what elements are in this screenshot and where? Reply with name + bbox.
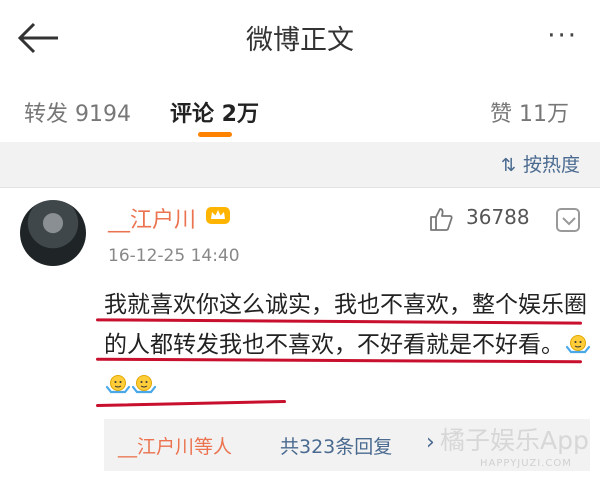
tab-reposts[interactable]: 转发 9194: [24, 96, 131, 128]
shrug-emoji-icon: [105, 368, 131, 394]
sort-by-hot-button[interactable]: ⇅ 按热度: [501, 150, 580, 177]
comment-username[interactable]: __江户川: [108, 202, 196, 234]
watermark-domain: HAPPYJUZI.COM: [480, 458, 572, 469]
comment-menu-chevron-icon[interactable]: [556, 208, 580, 232]
sort-label: 按热度: [522, 154, 580, 176]
active-tab-indicator: [198, 132, 232, 137]
comment-body: 我就喜欢你这么诚实，我也不喜欢，整个娱乐圈的人都转发我也不喜欢，不好看就是不好看…: [104, 285, 591, 405]
more-options-icon[interactable]: ···: [547, 23, 578, 49]
thumbs-up-icon[interactable]: [428, 206, 454, 232]
top-bar: 微博正文 ···: [0, 0, 600, 76]
like-count: 36788: [466, 205, 530, 229]
vip-crown-icon: [205, 204, 231, 226]
tab-bar: 转发 9194 评论 2万 赞 11万: [0, 88, 600, 138]
sort-bar: ⇅ 按热度: [0, 142, 600, 188]
comment-timestamp: 16-12-25 14:40: [108, 246, 240, 266]
page-title: 微博正文: [246, 25, 354, 56]
avatar[interactable]: [20, 200, 86, 266]
reply-count-link[interactable]: 共323条回复: [280, 432, 392, 459]
watermark-logo: 橘子娱乐App: [440, 426, 589, 455]
shrug-emoji-icon: [131, 368, 157, 394]
comment-text: 我就喜欢你这么诚实，我也不喜欢，整个娱乐圈的人都转发我也不喜欢，不好看就是不好看…: [104, 292, 587, 358]
sort-icon: ⇅: [500, 155, 517, 176]
tab-likes[interactable]: 赞 11万: [490, 96, 569, 128]
chevron-right-icon: ›: [426, 430, 435, 455]
tab-comments[interactable]: 评论 2万: [170, 96, 259, 128]
shrug-emoji-icon: [565, 328, 591, 354]
reply-users-label[interactable]: __江户川等人: [118, 432, 232, 459]
divider: [0, 187, 600, 188]
